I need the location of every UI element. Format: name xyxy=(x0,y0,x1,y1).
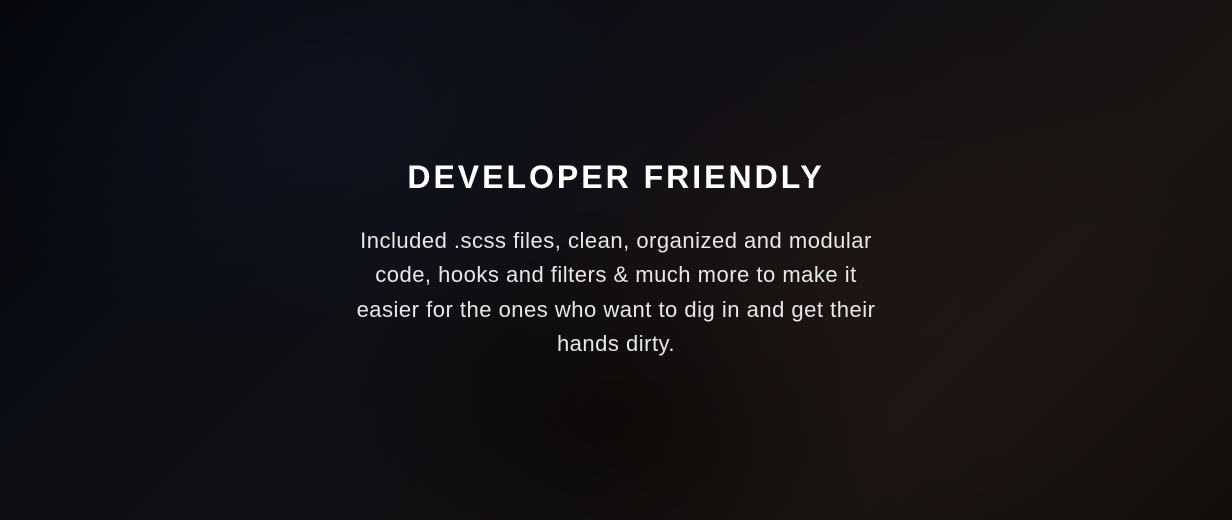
hero-section: DEVELOPER FRIENDLY Included .scss files,… xyxy=(0,0,1232,520)
hero-content: DEVELOPER FRIENDLY Included .scss files,… xyxy=(336,159,896,360)
hero-heading: DEVELOPER FRIENDLY xyxy=(356,159,876,196)
hero-description: Included .scss files, clean, organized a… xyxy=(356,224,876,360)
